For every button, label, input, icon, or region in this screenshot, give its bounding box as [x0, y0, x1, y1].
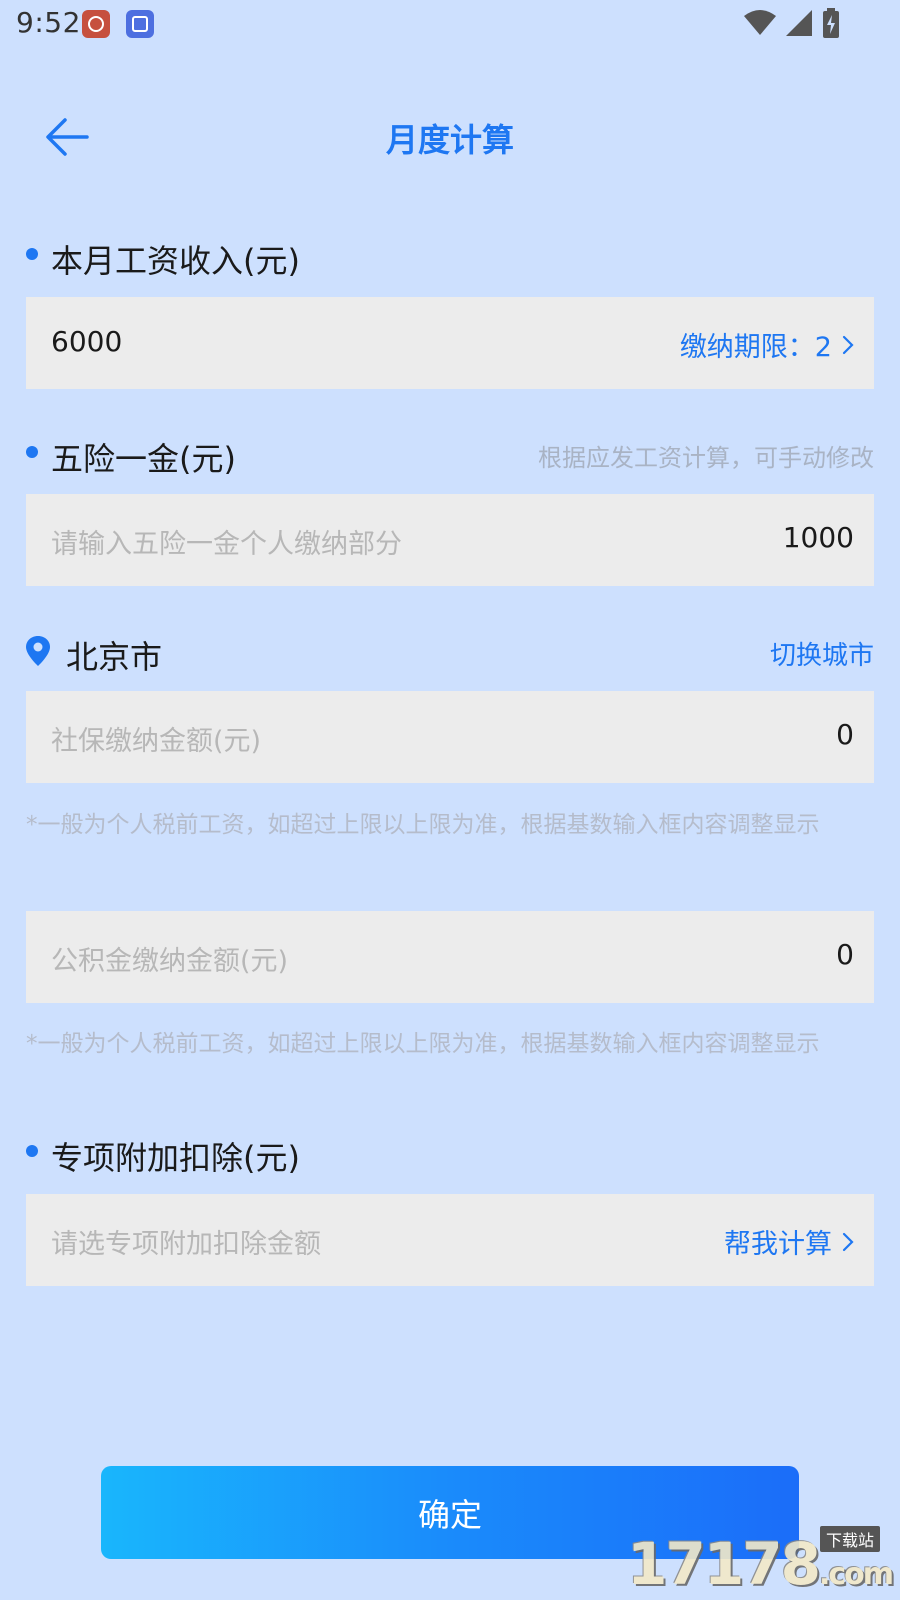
status-icons — [744, 8, 840, 38]
special-deduction-placeholder: 请选专项附加扣除金额 — [51, 1229, 321, 1260]
status-time: 9:52 — [16, 6, 81, 39]
chevron-right-icon — [842, 1232, 854, 1251]
housing-fund-note: *一般为个人税前工资，如超过上限以上限为准，根据基数输入框内容调整显示 — [26, 1031, 820, 1057]
chevron-right-icon — [842, 335, 854, 354]
insurance-placeholder: 请输入五险一金个人缴纳部分 — [51, 529, 402, 560]
watermark-suffix: .com — [818, 1557, 894, 1592]
section-dot — [26, 1145, 38, 1157]
social-security-field[interactable]: 社保缴纳金额(元) 0 — [26, 691, 874, 783]
help-calculate-label: 帮我计算 — [724, 1229, 832, 1260]
salary-label: 本月工资收入(元) — [51, 242, 300, 280]
salary-field[interactable]: 6000 缴纳期限：2 — [26, 297, 874, 389]
section-dot — [26, 248, 38, 260]
signal-icon — [786, 10, 812, 36]
insurance-value[interactable]: 1000 — [783, 521, 854, 554]
help-calculate-button[interactable]: 帮我计算 — [724, 1222, 854, 1261]
payment-period-selector[interactable]: 缴纳期限：2 — [680, 325, 854, 364]
notification-app-icon — [126, 10, 154, 38]
battery-charging-icon — [823, 8, 839, 38]
page-title: 月度计算 — [385, 121, 514, 159]
social-security-note: *一般为个人税前工资，如超过上限以上限为准，根据基数输入框内容调整显示 — [26, 812, 820, 838]
special-deduction-label: 专项附加扣除(元) — [51, 1139, 300, 1177]
housing-fund-placeholder: 公积金缴纳金额(元) — [51, 946, 289, 977]
location-pin-icon — [26, 636, 50, 666]
social-security-value[interactable]: 0 — [836, 718, 854, 751]
section-dot — [26, 446, 38, 458]
confirm-label: 确定 — [417, 1495, 482, 1534]
social-security-placeholder: 社保缴纳金额(元) — [51, 726, 262, 757]
special-deduction-field[interactable]: 请选专项附加扣除金额 帮我计算 — [26, 1194, 874, 1286]
insurance-label: 五险一金(元) — [51, 440, 236, 478]
payment-period-label: 缴纳期限：2 — [679, 332, 832, 363]
insurance-field[interactable]: 请输入五险一金个人缴纳部分 1000 — [26, 494, 874, 586]
wifi-icon — [744, 10, 776, 35]
city-name: 北京市 — [66, 638, 163, 676]
housing-fund-value[interactable]: 0 — [836, 938, 854, 971]
watermark-logo: 17178.com — [627, 1530, 894, 1598]
insurance-hint: 根据应发工资计算，可手动修改 — [538, 444, 874, 472]
watermark-text: 17178 — [627, 1530, 821, 1598]
notification-app-icon — [82, 10, 110, 38]
housing-fund-field[interactable]: 公积金缴纳金额(元) 0 — [26, 911, 874, 1003]
salary-value[interactable]: 6000 — [51, 325, 122, 358]
switch-city-link[interactable]: 切换城市 — [770, 635, 874, 672]
